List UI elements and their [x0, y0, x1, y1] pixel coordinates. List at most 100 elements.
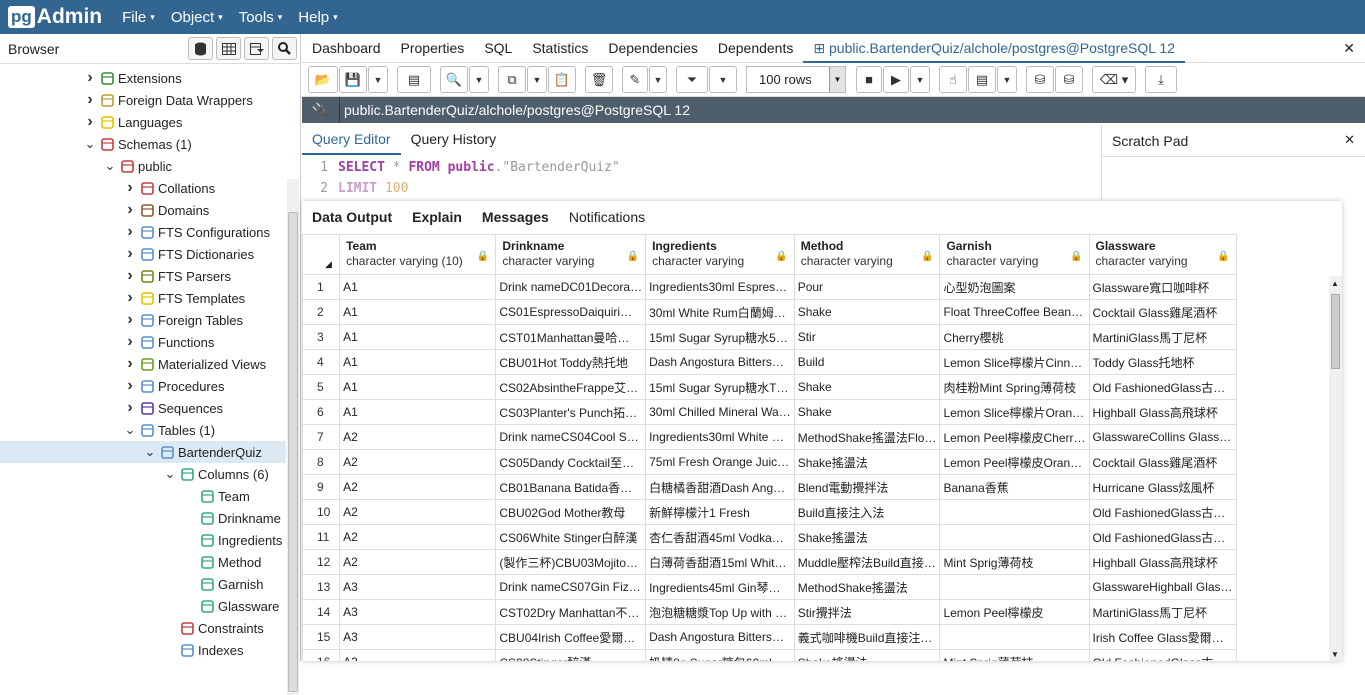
execute-dropdown-button[interactable]: ▼ — [910, 66, 930, 93]
tree-node[interactable]: Ingredients — [0, 529, 286, 551]
table-cell[interactable]: Lemon Peel檸檬皮Oran… — [939, 449, 1090, 475]
table-cell[interactable]: GlasswareHighball Glas… — [1088, 574, 1237, 600]
table-cell[interactable]: Cocktail Glass雞尾酒杯 — [1088, 449, 1237, 475]
table-cell[interactable] — [939, 524, 1090, 550]
chevron-down-icon[interactable]: ⌄ — [144, 445, 156, 458]
rows-limit-dropdown-icon[interactable]: ▼ — [829, 67, 845, 92]
table-cell[interactable]: Drink nameDC01Decora… — [495, 274, 647, 300]
table-cell[interactable]: CBU01Hot Toddy熱托地 — [495, 349, 647, 375]
table-cell[interactable]: 新鮮檸檬汁1 Fresh — [645, 499, 795, 525]
download-button[interactable]: ⤓ — [1145, 66, 1177, 93]
copy-button[interactable]: ⧉ — [498, 66, 526, 93]
table-cell[interactable]: A3 — [339, 599, 497, 625]
close-scratch-pad-icon[interactable]: ✕ — [1344, 132, 1355, 148]
grid-scrollbar-thumb[interactable] — [1331, 294, 1340, 369]
table-cell[interactable]: A1 — [339, 399, 497, 425]
table-cell[interactable]: (製作三杯)CBU03Mojito… — [495, 549, 647, 575]
table-cell[interactable]: A3 — [339, 649, 497, 661]
table-cell[interactable]: A2 — [339, 474, 497, 500]
tree-node[interactable]: › Materialized Views — [0, 353, 286, 375]
chevron-right-icon[interactable]: › — [84, 69, 96, 87]
table-cell[interactable]: 30ml Chilled Mineral Wa… — [645, 399, 795, 425]
edit-dropdown-button[interactable]: ▼ — [649, 66, 667, 93]
table-cell[interactable]: 心型奶泡圖案 — [939, 274, 1090, 300]
table-cell[interactable]: 白糖橘香甜酒Dash Ang… — [645, 474, 795, 500]
edit-connection-button[interactable]: ▤ — [397, 66, 431, 93]
tree-node[interactable]: › FTS Configurations — [0, 221, 286, 243]
table-cell[interactable]: Drink nameCS07Gin Fiz… — [495, 574, 647, 600]
tree-node[interactable]: ⌄ public — [0, 155, 286, 177]
table-cell[interactable]: MethodShake搖盪法 — [793, 574, 941, 600]
chevron-down-icon[interactable]: ⌄ — [84, 137, 96, 150]
explain-button[interactable]: ☝ — [939, 66, 967, 93]
chevron-right-icon[interactable]: › — [84, 91, 96, 109]
save-dropdown-button[interactable]: ▼ — [368, 66, 388, 93]
table-cell[interactable]: CS06White Stinger白醉漢 — [495, 524, 647, 550]
save-file-button[interactable]: 💾 — [339, 66, 367, 93]
table-cell[interactable]: Shake搖盪法 — [793, 449, 941, 475]
execute-button[interactable]: ▶ — [883, 66, 909, 93]
stop-button[interactable]: ■ — [856, 66, 882, 93]
filtered-rows-button[interactable] — [244, 37, 269, 60]
tree-node[interactable]: Team — [0, 485, 286, 507]
table-cell[interactable]: Shake — [793, 374, 941, 400]
table-cell[interactable]: Banana香蕉 — [939, 474, 1090, 500]
tree-node[interactable]: › Collations — [0, 177, 286, 199]
tab-query-history[interactable]: Query History — [401, 123, 507, 155]
filter-button[interactable]: ⏷ — [676, 66, 708, 93]
table-cell[interactable]: A1 — [339, 349, 497, 375]
column-header[interactable]: Glassware character varying 🔒 — [1088, 234, 1237, 275]
paste-button[interactable]: 📋 — [548, 66, 576, 93]
table-cell[interactable]: MartiniGlass馬丁尼杯 — [1088, 324, 1237, 350]
tree-node[interactable]: › Foreign Tables — [0, 309, 286, 331]
tree-node[interactable]: Drinkname — [0, 507, 286, 529]
table-cell[interactable]: Cocktail Glass雞尾酒杯 — [1088, 299, 1237, 325]
table-cell[interactable]: Old FashionedGlass古… — [1088, 649, 1237, 661]
tab-dependencies[interactable]: Dependencies — [598, 34, 708, 63]
chevron-right-icon[interactable]: › — [124, 223, 136, 241]
explain-dropdown-button[interactable]: ▼ — [997, 66, 1017, 93]
tree-node[interactable]: › Extensions — [0, 67, 286, 89]
table-cell[interactable]: CS01EspressoDaiquiri… — [495, 299, 647, 325]
table-cell[interactable]: A3 — [339, 574, 497, 600]
table-cell[interactable]: A1 — [339, 274, 497, 300]
view-data-button[interactable] — [216, 37, 241, 60]
tree-node[interactable]: ⌄ Columns (6) — [0, 463, 286, 485]
commit-button[interactable]: ⛁ — [1026, 66, 1054, 93]
table-cell[interactable]: Dash Angostura Bitters… — [645, 349, 795, 375]
tree-node[interactable]: › FTS Dictionaries — [0, 243, 286, 265]
table-cell[interactable]: A1 — [339, 324, 497, 350]
table-cell[interactable]: Pour — [793, 274, 941, 300]
copy-dropdown-button[interactable]: ▼ — [527, 66, 547, 93]
table-cell[interactable]: A2 — [339, 549, 497, 575]
tree-node[interactable]: › Functions — [0, 331, 286, 353]
table-cell[interactable]: Ingredients45ml Gin琴… — [645, 574, 795, 600]
filter-dropdown-button[interactable]: ▼ — [709, 66, 737, 93]
table-cell[interactable]: Shake搖盪法 — [793, 649, 941, 661]
rows-limit-select[interactable]: 100 rows ▼ — [746, 66, 846, 93]
table-cell[interactable]: Stir攪拌法 — [793, 599, 941, 625]
table-cell[interactable]: Old FashionedGlass古… — [1088, 499, 1237, 525]
column-header[interactable]: Team character varying (10) 🔒 — [339, 234, 497, 275]
table-cell[interactable]: CB01Banana Batida香… — [495, 474, 647, 500]
table-cell[interactable]: Drink nameCS04Cool S… — [495, 424, 647, 450]
chevron-right-icon[interactable]: › — [124, 377, 136, 395]
chevron-right-icon[interactable]: › — [84, 113, 96, 131]
tree-node[interactable]: › Domains — [0, 199, 286, 221]
clear-button[interactable]: ⌫ ▾ — [1092, 66, 1136, 93]
tab-query-editor[interactable]: Query Editor — [302, 123, 401, 155]
column-header[interactable]: Ingredients character varying 🔒 — [645, 234, 795, 275]
tab-notifications[interactable]: Notifications — [559, 209, 655, 225]
tree-node[interactable]: › Foreign Data Wrappers — [0, 89, 286, 111]
tree-scrollbar-thumb[interactable] — [288, 212, 298, 692]
search-object-button[interactable] — [272, 37, 297, 60]
table-cell[interactable]: 75ml Fresh Orange Juic… — [645, 449, 795, 475]
menu-tools[interactable]: Tools ▾ — [239, 9, 283, 26]
menu-help[interactable]: Help ▾ — [298, 9, 337, 26]
table-cell[interactable]: CST02Dry Manhattan不… — [495, 599, 647, 625]
tab-data-output[interactable]: Data Output — [302, 209, 402, 225]
table-cell[interactable]: Shake搖盪法 — [793, 524, 941, 550]
tree-node[interactable]: ⌄ Schemas (1) — [0, 133, 286, 155]
tab-dependents[interactable]: Dependents — [708, 34, 804, 63]
chevron-down-icon[interactable]: ⌄ — [124, 423, 136, 436]
